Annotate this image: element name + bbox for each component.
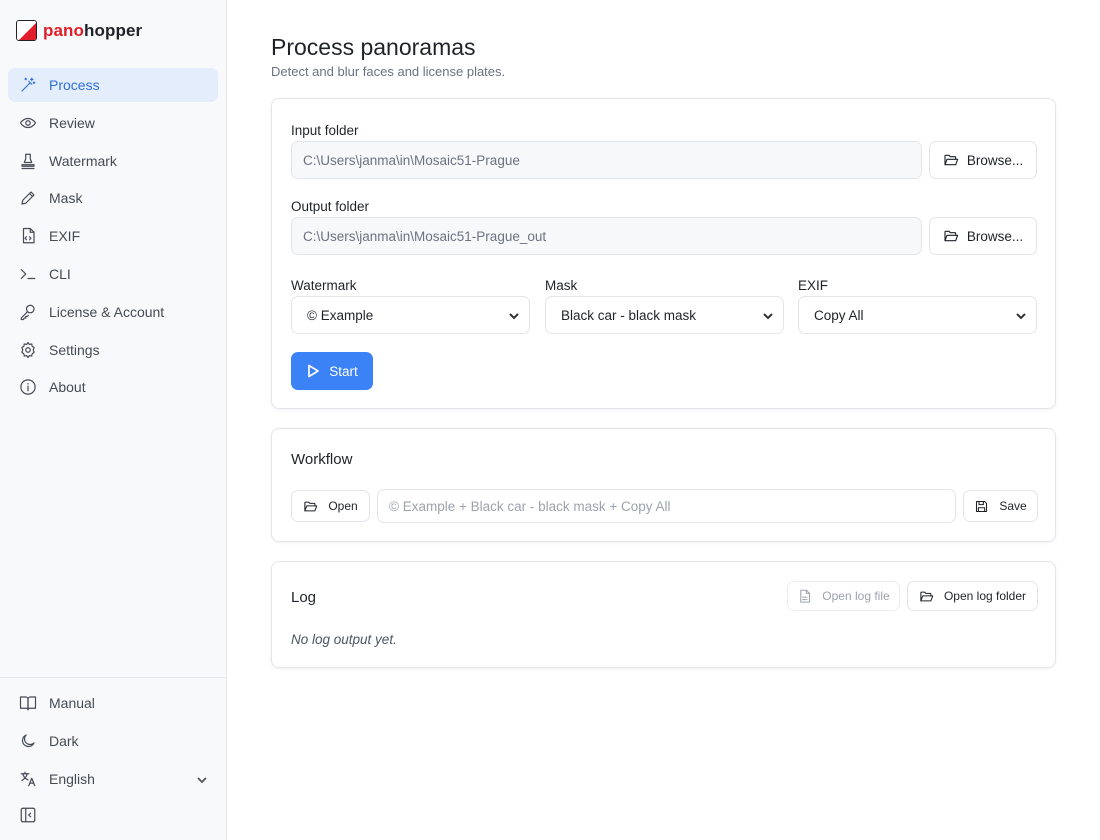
start-label: Start [329, 363, 358, 379]
sidebar-item-label: EXIF [49, 228, 81, 245]
watermark-value: © Example [307, 307, 374, 323]
play-icon [308, 364, 320, 378]
file-icon [797, 589, 812, 604]
input-folder-field[interactable]: C:\Users\janma\in\Mosaic51-Prague [291, 141, 922, 179]
sidebar-item-cli[interactable]: CLI [8, 257, 218, 291]
workflow-name-input[interactable]: © Example + Black car - black mask + Cop… [377, 489, 956, 523]
sidebar-item-about[interactable]: About [8, 370, 218, 404]
manual-link[interactable]: Manual [8, 686, 218, 720]
translate-icon [19, 770, 37, 788]
browse-label: Browse... [966, 228, 1024, 244]
sidebar-item-settings[interactable]: Settings [8, 333, 218, 367]
info-icon [19, 378, 37, 396]
page-subtitle: Detect and blur faces and license plates… [271, 64, 506, 79]
brand-logo-icon [16, 20, 37, 41]
log-output: No log output yet. [291, 632, 397, 647]
open-log-folder-label: Open log folder [943, 589, 1027, 603]
sidebar-item-exif[interactable]: EXIF [8, 219, 218, 253]
page-title: Process panoramas [271, 34, 476, 60]
chevron-down-icon [196, 773, 208, 785]
sidebar-item-review[interactable]: Review [8, 106, 218, 140]
gear-icon [19, 341, 37, 359]
workflow-save-button[interactable]: Save [963, 490, 1038, 522]
sidebar-divider [0, 677, 226, 678]
pencil-icon [19, 189, 37, 207]
workflow-save-label: Save [999, 499, 1027, 513]
chevron-down-icon [508, 310, 520, 322]
open-log-folder-button[interactable]: Open log folder [907, 581, 1038, 611]
folder-open-icon [943, 152, 959, 168]
open-log-file-label: Open log file [822, 589, 890, 603]
watermark-label: Watermark [291, 278, 357, 293]
log-card: Log Open log file Open log folder No log… [271, 561, 1056, 668]
sidebar-item-label: License & Account [49, 303, 165, 320]
sidebar: panohopper Process Review Watermark Mask… [0, 0, 227, 840]
workflow-open-button[interactable]: Open [291, 490, 370, 522]
output-folder-field[interactable]: C:\Users\janma\in\Mosaic51-Prague_out [291, 217, 922, 255]
sidebar-nav: Process Review Watermark Mask EXIF CLI L… [8, 68, 218, 408]
browse-output-button[interactable]: Browse... [929, 217, 1037, 255]
collapse-sidebar-icon[interactable] [19, 806, 37, 824]
terminal-icon [19, 265, 37, 283]
manual-label: Manual [49, 695, 95, 711]
open-log-file-button[interactable]: Open log file [787, 581, 900, 611]
browse-input-button[interactable]: Browse... [929, 141, 1037, 179]
exif-select[interactable]: Copy All [798, 296, 1037, 334]
file-code-icon [19, 227, 37, 245]
brand: panohopper [16, 20, 142, 41]
eye-icon [19, 114, 37, 132]
chevron-down-icon [1015, 310, 1027, 322]
mask-value: Black car - black mask [561, 307, 697, 323]
moon-icon [19, 732, 37, 750]
sidebar-item-label: Watermark [49, 152, 117, 169]
sidebar-item-license[interactable]: License & Account [8, 295, 218, 329]
mask-label: Mask [545, 278, 578, 293]
sidebar-item-label: Settings [49, 341, 100, 358]
sidebar-item-label: Review [49, 114, 95, 131]
sidebar-item-process[interactable]: Process [8, 68, 218, 102]
sidebar-item-label: CLI [49, 265, 71, 282]
book-icon [19, 694, 37, 712]
folder-open-icon [303, 499, 318, 514]
language-label: English [49, 770, 95, 787]
sidebar-item-label: Mask [49, 190, 83, 207]
exif-value: Copy All [814, 307, 864, 323]
theme-toggle[interactable]: Dark [8, 724, 218, 758]
save-icon [974, 499, 989, 514]
browse-label: Browse... [966, 152, 1024, 168]
sidebar-item-label: About [49, 379, 86, 396]
sidebar-bottom-nav: Manual Dark English [8, 686, 218, 799]
language-select[interactable]: English [8, 762, 218, 796]
brand-name: panohopper [43, 20, 143, 40]
theme-label: Dark [49, 732, 79, 749]
stamp-icon [19, 152, 37, 170]
watermark-select[interactable]: © Example [291, 296, 530, 334]
process-card: Input folder C:\Users\janma\in\Mosaic51-… [271, 98, 1056, 409]
workflow-card: Workflow Open © Example + Black car - bl… [271, 428, 1056, 542]
log-title: Log [291, 589, 317, 606]
exif-label: EXIF [798, 278, 829, 293]
wand-icon [19, 76, 37, 94]
workflow-title: Workflow [291, 451, 353, 468]
key-icon [19, 303, 37, 321]
sidebar-item-label: Process [49, 77, 100, 93]
output-folder-label: Output folder [291, 199, 370, 214]
start-button[interactable]: Start [291, 352, 373, 390]
workflow-open-label: Open [328, 499, 358, 513]
chevron-down-icon [762, 310, 774, 322]
folder-open-icon [943, 228, 959, 244]
folder-open-icon [919, 589, 934, 604]
sidebar-item-watermark[interactable]: Watermark [8, 144, 218, 178]
sidebar-item-mask[interactable]: Mask [8, 181, 218, 215]
mask-select[interactable]: Black car - black mask [545, 296, 784, 334]
input-folder-label: Input folder [291, 123, 359, 138]
